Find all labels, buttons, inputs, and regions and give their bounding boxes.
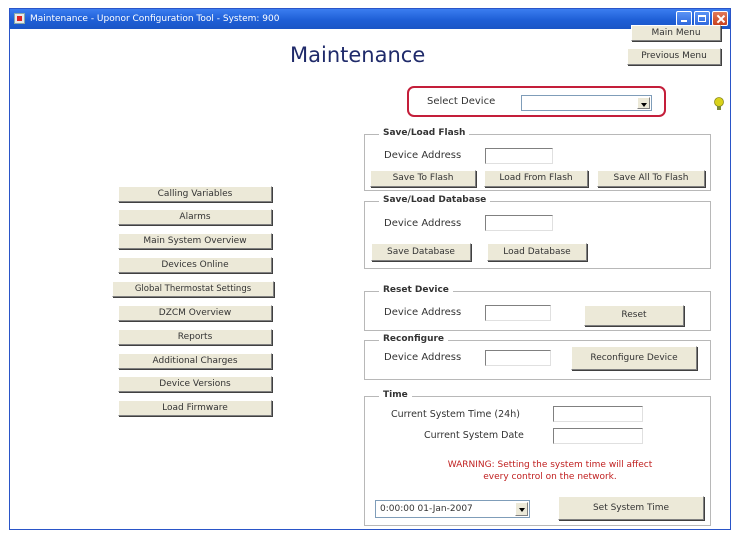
reconfigure-title: Reconfigure [379,334,449,344]
database-device-address-label: Device Address [384,218,462,229]
reset-device-address-label: Device Address [384,307,462,318]
save-all-to-flash-button[interactable]: Save All To Flash [597,170,705,187]
database-device-address-field[interactable] [485,215,553,231]
current-system-time-label: Current System Time (24h) [391,409,520,420]
menu-main-system-overview-button[interactable]: Main System Overview [118,233,272,249]
load-database-button[interactable]: Load Database [487,243,587,261]
flash-device-address-label: Device Address [384,150,462,161]
menu-dzcm-overview-button[interactable]: DZCM Overview [118,305,272,321]
current-system-date-field[interactable] [553,428,643,444]
select-device-label: Select Device [427,96,496,107]
reconfigure-device-address-field[interactable] [485,350,551,366]
menu-devices-online-button[interactable]: Devices Online [118,257,272,273]
time-title: Time [379,390,412,400]
page-title: Maintenance [290,43,426,67]
save-load-database-title: Save/Load Database [379,195,491,205]
chevron-down-icon[interactable] [637,97,650,109]
warning-line-1: WARNING: Setting the system time will af… [447,460,653,470]
menu-calling-variables-button[interactable]: Calling Variables [118,186,272,202]
reset-device-title: Reset Device [379,285,453,295]
menu-alarms-button[interactable]: Alarms [118,209,272,225]
menu-global-thermostat-settings-button[interactable]: Global Thermostat Settings [112,281,274,297]
menu-reports-button[interactable]: Reports [118,329,272,345]
reconfigure-device-button[interactable]: Reconfigure Device [571,346,697,370]
title-bar[interactable]: Maintenance - Uponor Configuration Tool … [10,9,730,29]
current-system-time-field[interactable] [553,406,643,422]
flash-device-address-field[interactable] [485,148,553,164]
save-database-button[interactable]: Save Database [371,243,471,261]
help-bulb-icon[interactable] [713,96,725,110]
menu-additional-charges-button[interactable]: Additional Charges [118,353,272,369]
menu-load-firmware-button[interactable]: Load Firmware [118,400,272,416]
select-device-dropdown[interactable] [521,95,652,111]
datetime-value: 0:00:00 01-Jan-2007 [380,504,473,514]
minimize-icon[interactable] [676,11,692,26]
maximize-icon[interactable] [694,11,710,26]
set-system-time-button[interactable]: Set System Time [558,496,704,520]
app-icon [14,13,25,24]
reset-button[interactable]: Reset [584,305,684,326]
save-to-flash-button[interactable]: Save To Flash [370,170,476,187]
reset-device-address-field[interactable] [485,305,551,321]
window-title: Maintenance - Uponor Configuration Tool … [30,14,280,24]
main-menu-button[interactable]: Main Menu [631,25,721,41]
warning-line-2: every control on the network. [483,472,617,482]
load-from-flash-button[interactable]: Load From Flash [484,170,588,187]
datetime-select[interactable]: 0:00:00 01-Jan-2007 [375,500,530,518]
previous-menu-button[interactable]: Previous Menu [627,48,721,65]
close-icon[interactable] [712,11,728,26]
reconfigure-device-address-label: Device Address [384,352,462,363]
current-system-date-label: Current System Date [424,430,524,441]
menu-device-versions-button[interactable]: Device Versions [118,376,272,392]
save-load-flash-title: Save/Load Flash [379,128,470,138]
chevron-down-icon[interactable] [515,502,528,516]
